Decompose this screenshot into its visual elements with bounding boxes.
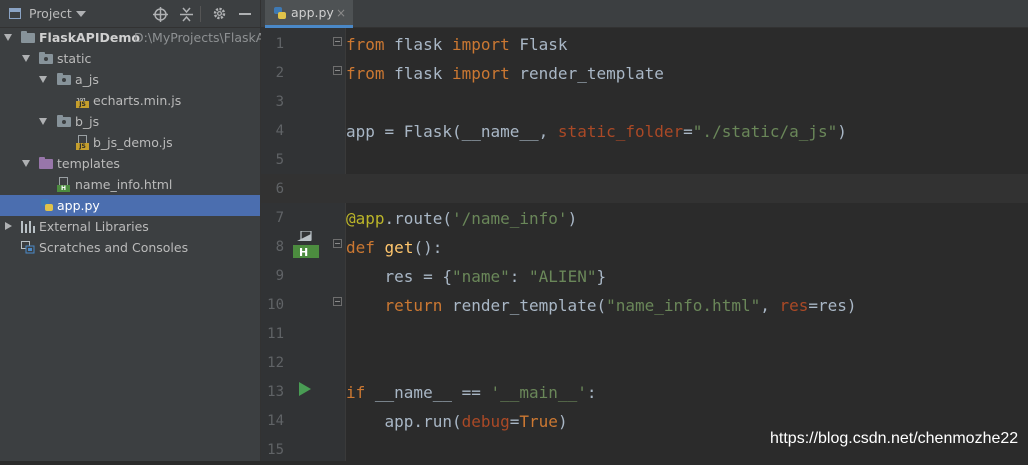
fold-marker-icon[interactable] bbox=[333, 66, 342, 75]
libraries-icon bbox=[21, 221, 35, 233]
templates-folder-icon bbox=[39, 157, 53, 169]
tree-item-label: echarts.min.js bbox=[93, 93, 182, 108]
svg-text:H: H bbox=[299, 246, 308, 259]
code-area[interactable]: from flask import Flask from flask impor… bbox=[346, 28, 1028, 461]
collapse-all-icon[interactable] bbox=[179, 7, 194, 22]
tree-item-static[interactable]: static bbox=[0, 48, 260, 69]
folder-icon bbox=[39, 52, 53, 64]
tree-item-templates[interactable]: templates bbox=[0, 153, 260, 174]
line-number: 12 bbox=[267, 355, 284, 371]
editor-tab-bar: app.py × bbox=[261, 0, 1028, 28]
line-number: 14 bbox=[267, 413, 284, 429]
tree-item-label: b_js_demo.js bbox=[93, 135, 173, 150]
expand-arrow-icon[interactable] bbox=[39, 118, 47, 125]
folder-icon bbox=[57, 73, 71, 85]
project-panel: Project FlaskAPIDemo D:\MyProjects\Flask… bbox=[0, 0, 276, 461]
run-icon[interactable] bbox=[299, 382, 311, 396]
line-number: 5 bbox=[275, 152, 284, 168]
line-numbers: 1 2 3 4 5 6 7 8 9 10 11 12 13 14 15 bbox=[261, 28, 291, 461]
line-number: 9 bbox=[275, 268, 284, 284]
gear-icon[interactable] bbox=[212, 6, 227, 21]
watermark: https://blog.csdn.net/chenmozhe22 bbox=[770, 430, 1019, 447]
line-number: 1 bbox=[275, 36, 284, 52]
line-number: 8 bbox=[275, 239, 284, 255]
tree-item-flaskapidemo[interactable]: FlaskAPIDemo D:\MyProjects\FlaskAPI bbox=[0, 27, 276, 48]
line-number: 10 bbox=[267, 297, 284, 313]
folder-icon bbox=[21, 31, 35, 43]
tab-label: app.py bbox=[291, 5, 334, 20]
tree-item-label: static bbox=[57, 51, 92, 66]
code-line-7: @app.route('/name_info') bbox=[346, 209, 578, 228]
expand-arrow-icon[interactable] bbox=[22, 160, 30, 167]
locate-target-icon[interactable] bbox=[153, 7, 168, 22]
tree-item-label: templates bbox=[57, 156, 120, 171]
line-number: 6 bbox=[275, 181, 284, 197]
project-panel-title[interactable]: Project bbox=[29, 6, 72, 21]
js-file-icon: JS bbox=[76, 98, 89, 108]
expand-arrow-icon[interactable] bbox=[4, 34, 12, 41]
code-line-2: from flask import render_template bbox=[346, 64, 664, 83]
tree-item-label: name_info.html bbox=[75, 177, 173, 192]
tree-item-label: Scratches and Consoles bbox=[39, 240, 189, 255]
tree-item-label: a_js bbox=[75, 72, 99, 87]
tab-app-py[interactable]: app.py × bbox=[265, 0, 353, 28]
code-line-8: def get(): bbox=[346, 238, 443, 257]
expand-arrow-icon[interactable] bbox=[39, 76, 47, 83]
line-number: 13 bbox=[267, 384, 284, 400]
line-number: 4 bbox=[275, 123, 284, 139]
python-file-icon bbox=[273, 6, 287, 20]
code-line-9: res = {"name": "ALIEN"} bbox=[346, 267, 607, 286]
html-file-icon: H bbox=[57, 177, 70, 192]
code-line-4: app = Flask(__name__, static_folder="./s… bbox=[346, 122, 847, 141]
tree-item-echarts-min-js[interactable]: 101 JS echarts.min.js bbox=[0, 90, 260, 111]
line-number: 3 bbox=[275, 94, 284, 110]
project-panel-header: Project bbox=[0, 0, 261, 28]
expand-arrow-icon[interactable] bbox=[5, 222, 12, 230]
line-number: 11 bbox=[267, 326, 284, 342]
fold-marker-icon[interactable] bbox=[333, 239, 342, 248]
toolbar-divider bbox=[200, 6, 201, 22]
tree-item-label: FlaskAPIDemo bbox=[39, 30, 140, 45]
tree-item-a-js[interactable]: a_js bbox=[0, 69, 260, 90]
close-icon[interactable]: × bbox=[336, 0, 346, 27]
tree-item-b-js[interactable]: b_js bbox=[0, 111, 260, 132]
tree-item-scratches[interactable]: Scratches and Consoles bbox=[0, 237, 260, 258]
scratches-icon bbox=[21, 241, 35, 254]
fold-marker-icon[interactable] bbox=[333, 37, 342, 46]
tree-item-app-py[interactable]: app.py bbox=[0, 195, 260, 216]
tree-item-label: External Libraries bbox=[39, 219, 149, 234]
project-path: D:\MyProjects\FlaskAPI bbox=[134, 30, 276, 45]
project-window-icon bbox=[9, 8, 21, 19]
fold-marker-icon[interactable] bbox=[333, 297, 342, 306]
code-line-13: if __name__ == '__main__': bbox=[346, 383, 597, 402]
js-file-icon: JS bbox=[76, 135, 89, 150]
html-template-gutter-icon[interactable]: H bbox=[293, 231, 319, 259]
tree-item-name-info-html[interactable]: H name_info.html bbox=[0, 174, 260, 195]
tree-item-external-libraries[interactable]: External Libraries bbox=[0, 216, 260, 237]
tree-item-label: b_js bbox=[75, 114, 100, 129]
expand-arrow-icon[interactable] bbox=[22, 55, 30, 62]
tree-item-label: app.py bbox=[57, 198, 100, 213]
line-number: 7 bbox=[275, 210, 284, 226]
tree-item-b-js-demo-js[interactable]: JS b_js_demo.js bbox=[0, 132, 260, 153]
folder-icon bbox=[57, 115, 71, 127]
chevron-down-icon[interactable] bbox=[76, 11, 86, 17]
code-line-1: from flask import Flask bbox=[346, 35, 568, 54]
python-file-icon bbox=[40, 198, 54, 212]
line-number: 2 bbox=[275, 65, 284, 81]
minimize-icon[interactable] bbox=[239, 13, 251, 15]
code-line-10: return render_template("name_info.html",… bbox=[384, 296, 857, 315]
